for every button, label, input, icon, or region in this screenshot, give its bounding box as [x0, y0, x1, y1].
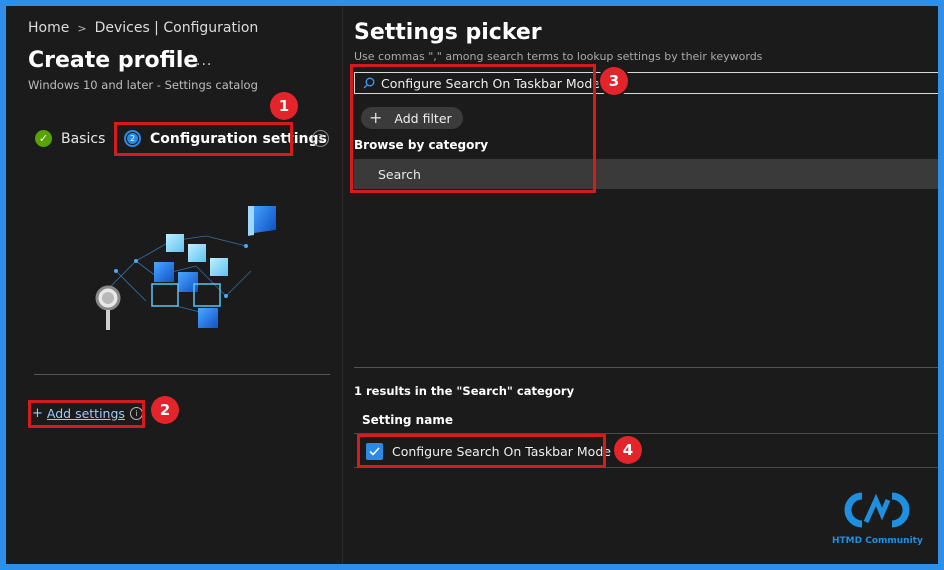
step-label: Basics [61, 130, 106, 147]
page-title: Create profile [28, 48, 199, 73]
htmd-logo-icon [844, 492, 910, 528]
highlight-search-section [350, 64, 596, 193]
check-icon: ✓ [35, 130, 52, 147]
app-frame: Home > Devices | Configuration Create prof… [6, 6, 938, 564]
settings-picker-panel: Settings picker Use commas "," among sea… [343, 6, 938, 564]
column-header-setting-name[interactable]: Setting name [362, 413, 453, 427]
callout-4: 4 [614, 436, 642, 464]
highlight-add-settings [28, 400, 145, 428]
highlight-result-item [357, 434, 606, 468]
highlight-configuration-settings [114, 122, 293, 156]
step-3[interactable]: 3 [312, 130, 338, 147]
breadcrumb-home[interactable]: Home [28, 20, 69, 36]
divider [34, 374, 330, 375]
page-subtitle: Windows 10 and later - Settings catalog [28, 78, 258, 92]
step-basics[interactable]: ✓ Basics [35, 130, 105, 147]
watermark-text: HTMD Community [832, 536, 923, 546]
settings-illustration [95, 206, 276, 330]
breadcrumb-separator: > [77, 22, 87, 35]
picker-hint: Use commas "," among search terms to loo… [354, 50, 763, 63]
more-options-button[interactable]: ... [196, 53, 212, 69]
htmd-logo: HTMD Community [832, 484, 923, 550]
picker-title: Settings picker [354, 20, 542, 45]
callout-2: 2 [151, 396, 179, 424]
breadcrumb-devices-configuration[interactable]: Devices | Configuration [95, 20, 259, 36]
step-number-icon: 3 [312, 130, 329, 147]
callout-3: 3 [600, 67, 628, 95]
breadcrumb: Home > Devices | Configuration [28, 20, 258, 36]
left-panel: Home > Devices | Configuration Create prof… [6, 6, 342, 564]
results-count: 1 results in the "Search" category [354, 384, 575, 398]
callout-1: 1 [270, 92, 298, 120]
divider [354, 367, 938, 368]
